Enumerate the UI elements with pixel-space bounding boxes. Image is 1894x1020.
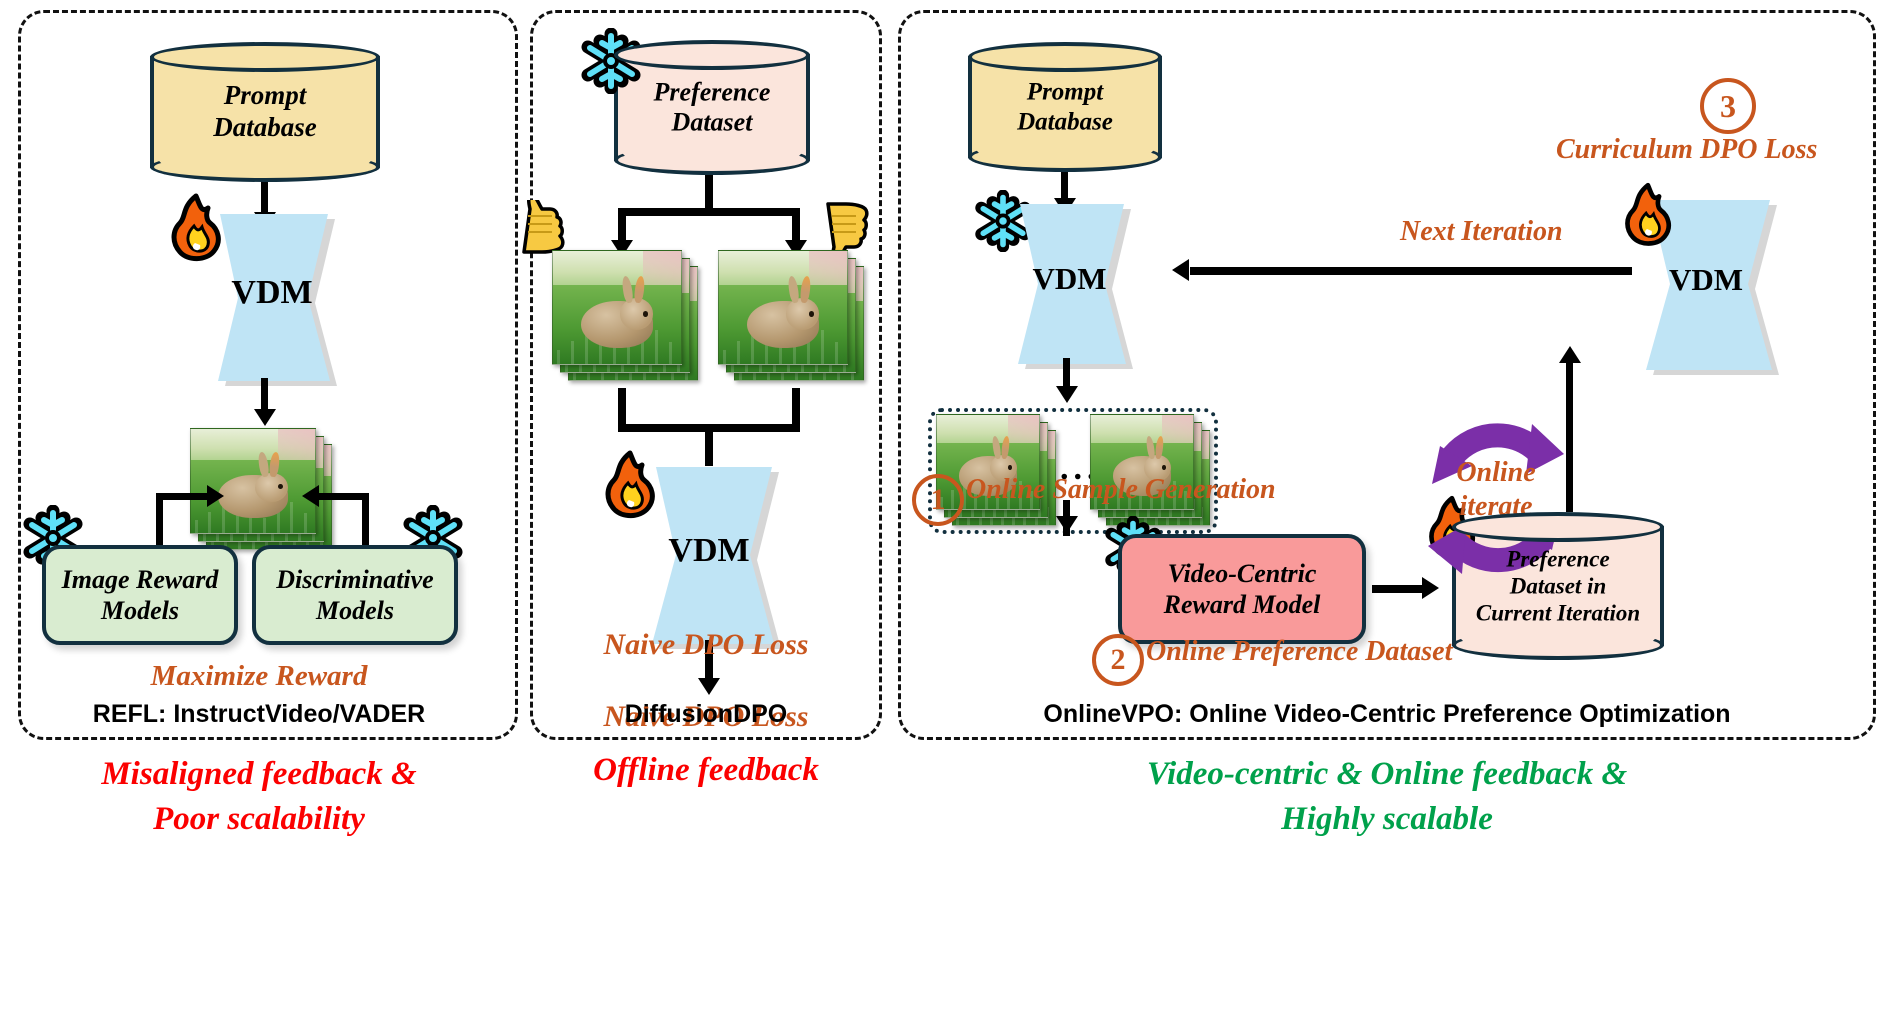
video-centric-reward-model-box: Video-Centric Reward Model (1118, 534, 1366, 644)
fork-left-drop (618, 208, 626, 244)
cylinder-top (968, 42, 1162, 72)
fire-icon (1620, 182, 1674, 248)
step-3-badge: 3 (1700, 78, 1756, 134)
arrow-head (302, 485, 319, 507)
cylinder-top (150, 42, 380, 72)
prompt-database-label-3: Prompt Database (1017, 78, 1113, 136)
video-frame (190, 428, 316, 534)
curriculum-dpo-loss-label: Curriculum DPO Loss (1556, 134, 1818, 165)
vdm-label-3-left: VDM (1032, 261, 1107, 296)
arrow-head (698, 678, 720, 695)
thumbs-up-icon (822, 200, 874, 262)
arrow-vdm-to-video-1 (261, 378, 268, 411)
vdm-block-3-left: VDM (1012, 200, 1133, 369)
panel1-method-name: REFL: InstructVideo/VADER (92, 700, 426, 728)
preference-dataset-cylinder: Preference Dataset (614, 40, 810, 175)
figure-canvas: Prompt Database VDM Image Reward Models … (0, 0, 1894, 1020)
cylinder-top (614, 40, 810, 70)
arrow-head (1056, 386, 1078, 403)
merge-stem (705, 424, 713, 466)
preference-dataset-current-cylinder: Preference Dataset in Current Iteration (1452, 512, 1664, 660)
prompt-database-cylinder-1: Prompt Database (150, 42, 380, 182)
arrow-head (1056, 516, 1078, 533)
arrow-irm-vertical (156, 493, 163, 545)
vdm-block-1: VDM (212, 210, 337, 386)
vdm-label-3-right: VDM (1668, 262, 1744, 297)
online-sample-stack-2 (1090, 414, 1210, 526)
arrow-head (207, 485, 224, 507)
rejected-video-stack (552, 250, 702, 385)
image-reward-models-label: Image Reward Models (61, 564, 219, 625)
arrow-head (1559, 346, 1581, 363)
thumbs-down-icon (518, 194, 570, 256)
step-2-badge: 2 (1092, 634, 1144, 686)
image-reward-models-box: Image Reward Models (42, 545, 238, 645)
panel2-method-name-text: DiffusionDPO (624, 700, 788, 728)
preferred-video-stack (718, 250, 868, 385)
video-centric-reward-model-label: Video-Centric Reward Model (1163, 558, 1321, 619)
maximize-reward-label: Maximize Reward (150, 660, 368, 692)
arrow-head (254, 409, 276, 426)
prompt-database-label-1: Prompt Database (213, 80, 317, 142)
cylinder-bottom (1452, 630, 1664, 660)
vdm-label-1: VDM (231, 273, 313, 311)
video-frame (718, 250, 848, 365)
prompt-database-cylinder-3: Prompt Database (968, 42, 1162, 172)
cylinder-top (1452, 512, 1664, 542)
arrow-dm-vertical (362, 493, 369, 545)
fork-bar (618, 208, 800, 216)
preference-dataset-label: Preference Dataset (653, 76, 771, 137)
panel2-verdict: Offline feedback (593, 752, 819, 788)
cylinder-bottom (150, 152, 380, 182)
arrow-next-iteration (1190, 267, 1632, 275)
next-iteration-label: Next Iteration (1400, 216, 1563, 247)
arrow-dm-horizontal (315, 493, 369, 500)
cylinder-bottom (968, 142, 1162, 172)
online-sample-generation-label: Online Sample Generation (966, 474, 1276, 505)
arrow-head (1172, 259, 1189, 281)
video-frame (552, 250, 682, 365)
cylinder-bottom (614, 145, 810, 175)
arrow-db-to-vdm-1 (261, 180, 268, 214)
naive-dpo-loss-text: Naive DPO Loss (603, 628, 809, 661)
vdm-label-2: VDM (668, 531, 750, 569)
fork-right-drop (792, 208, 800, 244)
discriminative-models-label: Discriminative Models (276, 564, 434, 625)
step-1-badge: 1 (912, 474, 964, 526)
arrow-irm-horizontal (156, 493, 212, 500)
preference-dataset-current-label: Preference Dataset in Current Iteration (1475, 546, 1641, 626)
panel3-verdict: Video-centric & Online feedback & Highly… (1146, 756, 1628, 837)
discriminative-models-box: Discriminative Models (252, 545, 458, 645)
panel3-method-name: OnlineVPO: Online Video-Centric Preferen… (1043, 700, 1731, 728)
online-preference-dataset-label: Online Preference Dataset (1146, 636, 1453, 667)
panel1-verdict: Misaligned feedback & Poor scalability (101, 756, 417, 837)
vdm-block-2: VDM (646, 463, 781, 649)
